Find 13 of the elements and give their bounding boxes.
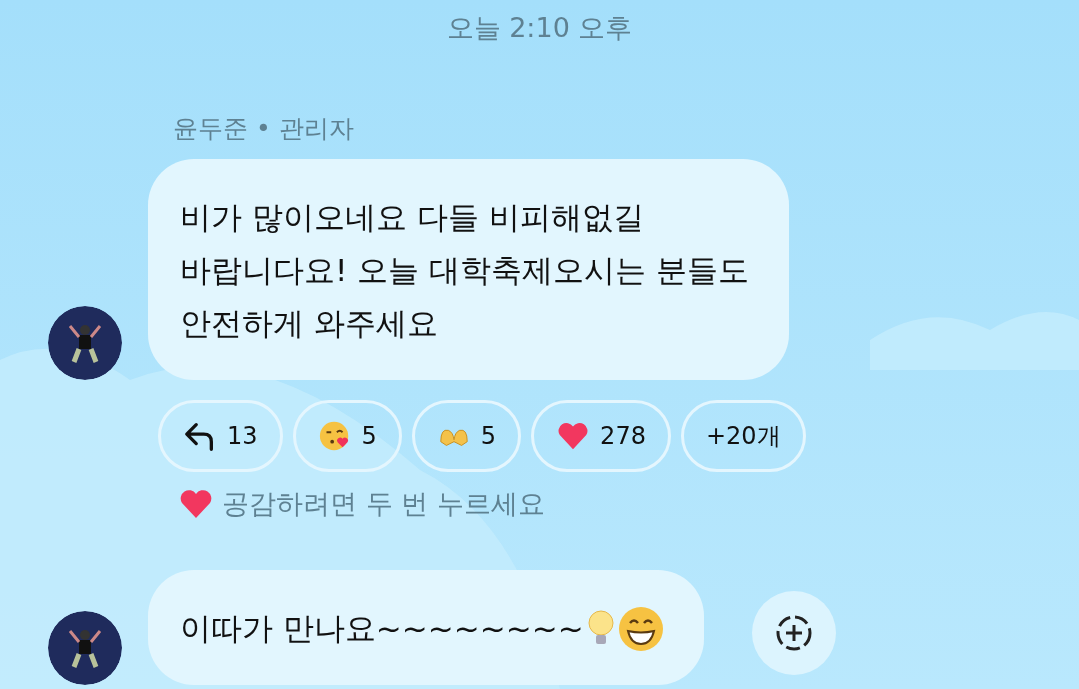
message-text: 비가 많이오네요 다들 비피해없길 바랍니다요! 오늘 대학축제오시는 분들도 안전하게 와주세요 (180, 198, 749, 343)
reaction-button[interactable]: 13 (158, 400, 283, 472)
avatar[interactable] (48, 611, 122, 685)
reaction-button[interactable]: 5 (292, 400, 402, 472)
message-timestamp: 오늘 2:10 오후 (446, 11, 633, 45)
message-text: 이따가 만나요~~~~~~~~ (180, 609, 584, 648)
grinning-face-icon (617, 605, 664, 652)
reaction-button[interactable]: +20개 (680, 400, 806, 472)
avatar[interactable] (48, 306, 122, 380)
reaction-button[interactable]: 278 (531, 400, 671, 472)
sender-name: 윤두준 • 관리자 (173, 113, 355, 145)
reaction-button[interactable]: 5 (411, 400, 522, 472)
hint-text: 공감하려면 두 번 누르세요 (222, 487, 545, 521)
